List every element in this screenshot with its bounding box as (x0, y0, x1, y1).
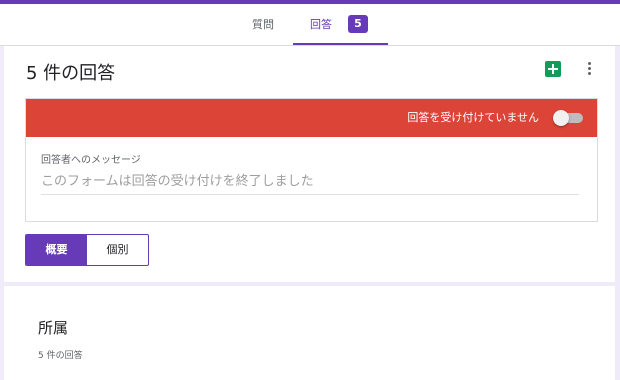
more-vert-icon[interactable] (585, 61, 595, 77)
responses-summary-card: 5 件の回答 回答を受け付けていません 回答者へのメッセージ 概要 個別 (4, 46, 615, 282)
more-dot (588, 72, 591, 75)
tab-responses[interactable]: 回答 5 (293, 4, 388, 45)
active-tab-indicator (293, 43, 388, 45)
more-dot (588, 62, 591, 65)
more-dot (588, 67, 591, 70)
accepting-responses-toggle[interactable] (553, 110, 583, 126)
toggle-knob (553, 110, 569, 126)
tab-responses-label: 回答 (310, 18, 332, 31)
respondent-message-label: 回答者へのメッセージ (41, 155, 141, 166)
tab-questions-label: 質問 (252, 18, 274, 31)
responses-count-badge: 5 (348, 15, 368, 33)
individual-view-button[interactable]: 個別 (87, 235, 148, 265)
response-count-title: 5 件の回答 (26, 63, 116, 84)
not-accepting-label: 回答を受け付けていません (407, 111, 539, 124)
question-title: 所属 (38, 319, 69, 337)
sheets-icon-cross-v (552, 64, 554, 74)
not-accepting-banner: 回答を受け付けていません (26, 99, 597, 137)
respondent-message-input[interactable] (41, 168, 579, 195)
tab-bar: 質問 回答 5 (0, 4, 620, 46)
tab-questions[interactable]: 質問 (238, 4, 288, 45)
summary-view-button[interactable]: 概要 (26, 235, 87, 265)
view-toggle: 概要 個別 (25, 234, 149, 266)
question-response-count: 5 件の回答 (38, 351, 83, 361)
google-sheets-icon[interactable] (545, 61, 561, 77)
accepting-responses-panel: 回答を受け付けていません 回答者へのメッセージ (25, 98, 598, 222)
question-summary-card: 所属 5 件の回答 (4, 286, 615, 380)
